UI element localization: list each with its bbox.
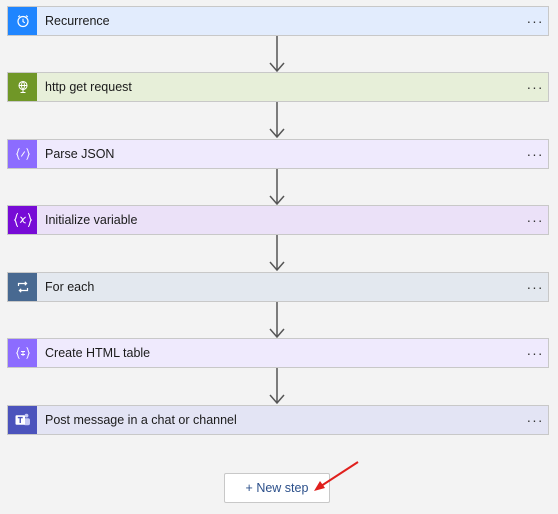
more-options-button[interactable]: ··· bbox=[522, 7, 548, 35]
connector-arrow bbox=[269, 36, 285, 73]
more-options-button[interactable]: ··· bbox=[522, 140, 548, 168]
step-for-each[interactable]: For each ··· bbox=[7, 272, 549, 302]
step-label: Create HTML table bbox=[45, 346, 151, 360]
step-parse-json[interactable]: Parse JSON ··· bbox=[7, 139, 549, 169]
loop-icon bbox=[8, 273, 37, 301]
step-http-get-request[interactable]: http get request ··· bbox=[7, 72, 549, 102]
connector-arrow bbox=[269, 368, 285, 405]
step-label: For each bbox=[45, 280, 95, 294]
more-options-button[interactable]: ··· bbox=[522, 73, 548, 101]
connector-arrow bbox=[269, 235, 285, 272]
teams-icon bbox=[8, 406, 37, 434]
braces-icon bbox=[8, 339, 37, 367]
connector-arrow bbox=[269, 102, 285, 139]
connector-arrow bbox=[269, 302, 285, 339]
step-label: Recurrence bbox=[45, 14, 110, 28]
braces-icon bbox=[8, 140, 37, 168]
step-label: Parse JSON bbox=[45, 147, 115, 161]
globe-icon bbox=[8, 73, 37, 101]
more-options-button[interactable]: ··· bbox=[522, 206, 548, 234]
alarm-clock-icon bbox=[8, 7, 37, 35]
connector-arrow bbox=[269, 169, 285, 206]
step-recurrence[interactable]: Recurrence ··· bbox=[7, 6, 549, 36]
step-post-message[interactable]: Post message in a chat or channel ··· bbox=[7, 405, 549, 435]
step-label: http get request bbox=[45, 80, 132, 94]
more-options-button[interactable]: ··· bbox=[522, 273, 548, 301]
step-create-html-table[interactable]: Create HTML table ··· bbox=[7, 338, 549, 368]
step-initialize-variable[interactable]: Initialize variable ··· bbox=[7, 205, 549, 235]
step-label: Post message in a chat or channel bbox=[45, 413, 237, 427]
variable-icon bbox=[8, 206, 37, 234]
more-options-button[interactable]: ··· bbox=[522, 339, 548, 367]
step-label: Initialize variable bbox=[45, 213, 138, 227]
more-options-button[interactable]: ··· bbox=[522, 406, 548, 434]
annotation-arrow-icon bbox=[314, 461, 359, 491]
